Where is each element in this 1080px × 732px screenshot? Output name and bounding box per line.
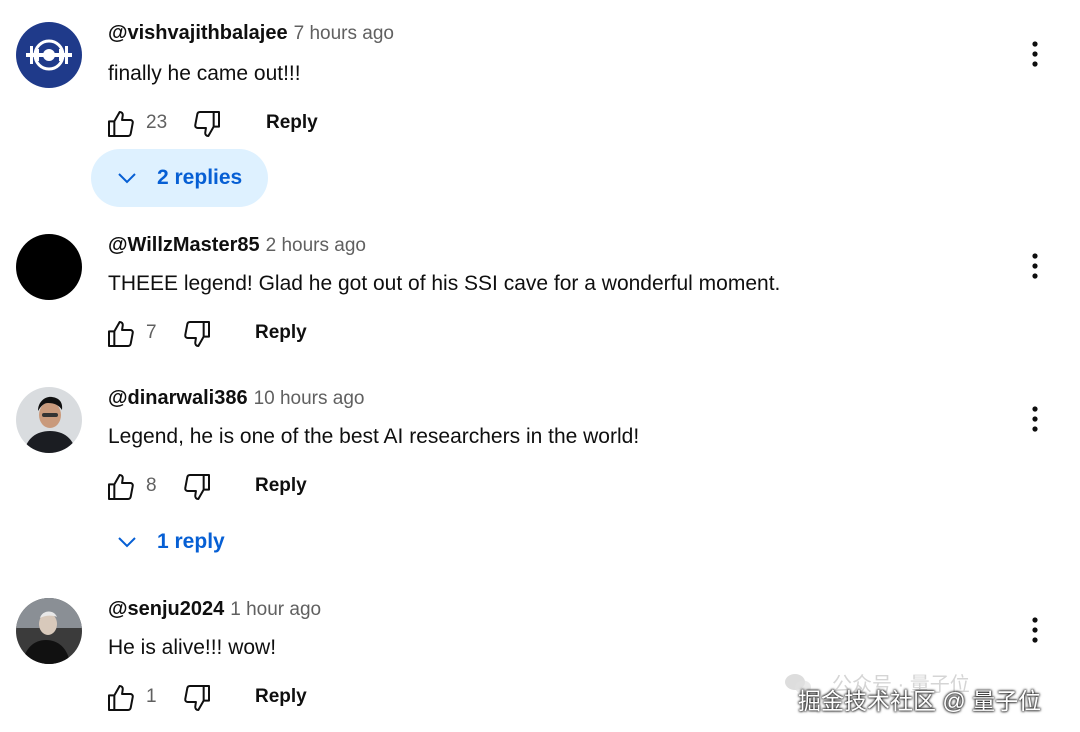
person-avatar-icon	[16, 598, 82, 664]
reply-button[interactable]: Reply	[255, 475, 307, 497]
author-handle[interactable]: @senju2024	[108, 598, 224, 620]
astronaut-logo-icon	[16, 22, 82, 88]
avatar[interactable]	[16, 598, 82, 664]
comment-text: He is alive!!! wow!	[108, 636, 277, 659]
thumbs-up-icon	[108, 111, 134, 137]
author-handle[interactable]: @WillzMaster85	[108, 234, 260, 256]
replies-count-label: 2 replies	[157, 166, 243, 189]
like-count: 23	[146, 112, 168, 133]
timestamp[interactable]: 7 hours ago	[294, 23, 394, 44]
thumbs-down-icon	[184, 474, 210, 500]
view-replies-button[interactable]: 1 reply	[91, 513, 251, 571]
like-button[interactable]	[104, 469, 138, 505]
timestamp[interactable]: 10 hours ago	[254, 388, 365, 409]
black-avatar-icon	[16, 234, 82, 300]
chevron-down-icon	[118, 537, 136, 548]
thumbs-down-icon	[184, 685, 210, 711]
comment-header: @dinarwali386 10 hours ago	[108, 387, 364, 413]
like-button[interactable]	[104, 680, 138, 716]
watermark: 公众号 · 量子位 掘金技术社区 @ 量子位	[784, 668, 1074, 724]
thumbs-down-icon	[184, 321, 210, 347]
more-options-button[interactable]	[1020, 246, 1050, 286]
author-handle[interactable]: @vishvajithbalajee	[108, 22, 288, 44]
person-avatar-icon	[16, 387, 82, 453]
thumbs-up-icon	[108, 321, 134, 347]
comment-text: finally he came out!!!	[108, 62, 301, 85]
reply-button[interactable]: Reply	[255, 322, 307, 344]
dislike-button[interactable]	[180, 469, 214, 505]
comment-header: @WillzMaster85 2 hours ago	[108, 234, 366, 260]
thumbs-up-icon	[108, 685, 134, 711]
reply-button[interactable]: Reply	[255, 686, 307, 708]
more-vert-icon	[1032, 406, 1038, 432]
like-count: 7	[146, 322, 157, 343]
more-options-button[interactable]	[1020, 610, 1050, 650]
like-count: 1	[146, 686, 157, 707]
replies-count-label: 1 reply	[157, 530, 225, 553]
comment-text: Legend, he is one of the best AI researc…	[108, 425, 640, 448]
more-vert-icon	[1032, 253, 1038, 279]
reply-button[interactable]: Reply	[266, 112, 318, 134]
avatar[interactable]	[16, 234, 82, 300]
view-replies-button[interactable]: 2 replies	[91, 149, 269, 207]
thumbs-up-icon	[108, 474, 134, 500]
timestamp[interactable]: 1 hour ago	[230, 599, 321, 620]
like-button[interactable]	[104, 316, 138, 352]
thumbs-down-icon	[194, 111, 220, 137]
comment-header: @senju2024 1 hour ago	[108, 598, 321, 624]
watermark-bottom-text: 掘金技术社区 @ 量子位	[798, 688, 1042, 714]
timestamp[interactable]: 2 hours ago	[266, 235, 366, 256]
dislike-button[interactable]	[190, 106, 224, 142]
avatar[interactable]	[16, 22, 82, 88]
chevron-down-icon	[118, 173, 136, 184]
comment-header: @vishvajithbalajee 7 hours ago	[108, 22, 394, 48]
like-count: 8	[146, 475, 157, 496]
avatar[interactable]	[16, 387, 82, 453]
dislike-button[interactable]	[180, 316, 214, 352]
like-button[interactable]	[104, 106, 138, 142]
more-vert-icon	[1032, 41, 1038, 67]
more-vert-icon	[1032, 617, 1038, 643]
more-options-button[interactable]	[1020, 34, 1050, 74]
author-handle[interactable]: @dinarwali386	[108, 387, 248, 409]
dislike-button[interactable]	[180, 680, 214, 716]
comment-text: THEEE legend! Glad he got out of his SSI…	[108, 272, 781, 295]
more-options-button[interactable]	[1020, 399, 1050, 439]
